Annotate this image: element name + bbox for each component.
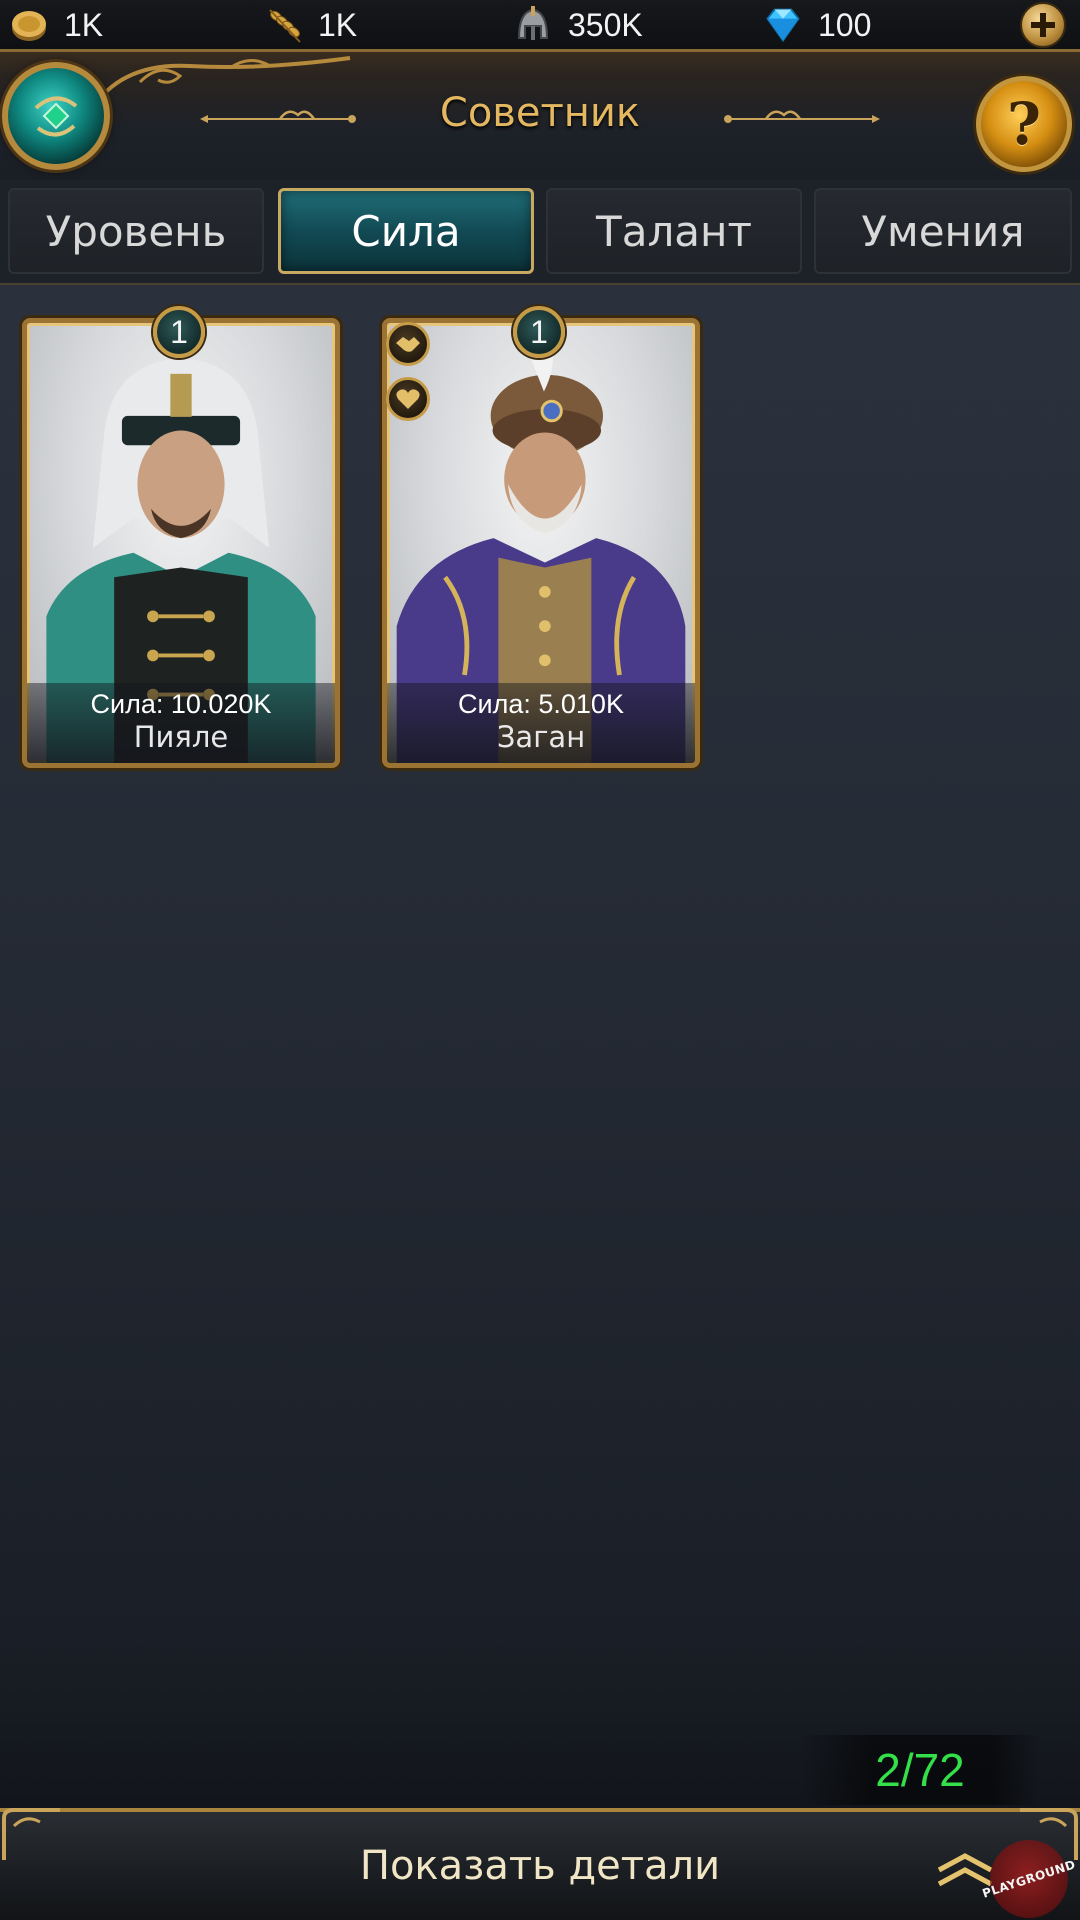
tab-talent[interactable]: Талант <box>546 188 802 274</box>
tab-bar: Уровень Сила Талант Умения <box>0 180 1080 285</box>
resource-grain[interactable]: 1K <box>262 0 357 50</box>
coin-icon <box>8 4 50 46</box>
advisor-level-badge: 1 <box>153 306 205 358</box>
bottom-bar: Показать детали <box>0 1808 1080 1920</box>
coin-value: 1K <box>64 6 104 43</box>
helmet-icon <box>512 4 554 46</box>
header: Советник ? <box>0 52 1080 180</box>
helmet-value: 350K <box>568 6 643 43</box>
tab-power[interactable]: Сила <box>278 188 534 274</box>
advisor-card-zagan[interactable]: Сила: 5.010K Заган <box>382 318 700 768</box>
grain-icon <box>262 4 304 46</box>
show-details-button[interactable]: Показать детали <box>0 1812 1080 1920</box>
resource-gem[interactable]: 100 <box>762 0 871 50</box>
advisor-caption: Сила: 5.010K Заган <box>387 683 695 763</box>
gem-value: 100 <box>818 6 872 43</box>
advisor-name: Пияле <box>133 720 229 754</box>
plus-icon <box>1031 13 1055 37</box>
grain-value: 1K <box>318 6 358 43</box>
tab-level[interactable]: Уровень <box>8 188 264 274</box>
advisor-counter: 2/72 <box>800 1735 1040 1805</box>
advisor-power: Сила: 5.010K <box>458 689 624 719</box>
heart-icon <box>386 377 430 421</box>
add-resources-button[interactable] <box>1020 2 1066 48</box>
resource-helmet[interactable]: 350K <box>512 0 643 50</box>
advisor-name: Заган <box>496 720 586 754</box>
advisor-level-badge: 1 <box>513 306 565 358</box>
resource-bar: 1K 1K 350K 100 <box>0 0 1080 52</box>
advisor-card-piyale[interactable]: Сила: 10.020K Пияле <box>22 318 340 768</box>
advisor-power: Сила: 10.020K <box>90 689 272 719</box>
help-button[interactable]: ? <box>976 76 1072 172</box>
resource-coin[interactable]: 1K <box>8 0 103 50</box>
chevron-up-icon[interactable] <box>935 1852 995 1888</box>
tab-skills[interactable]: Умения <box>814 188 1072 274</box>
handshake-icon <box>386 322 430 366</box>
watermark-text: PLAYGROUND <box>980 1857 1078 1901</box>
gem-icon <box>762 4 804 46</box>
question-icon: ? <box>1007 90 1041 158</box>
advisor-caption: Сила: 10.020K Пияле <box>27 683 335 763</box>
page-title: Советник <box>439 90 641 136</box>
title-ornament-right <box>724 110 880 123</box>
